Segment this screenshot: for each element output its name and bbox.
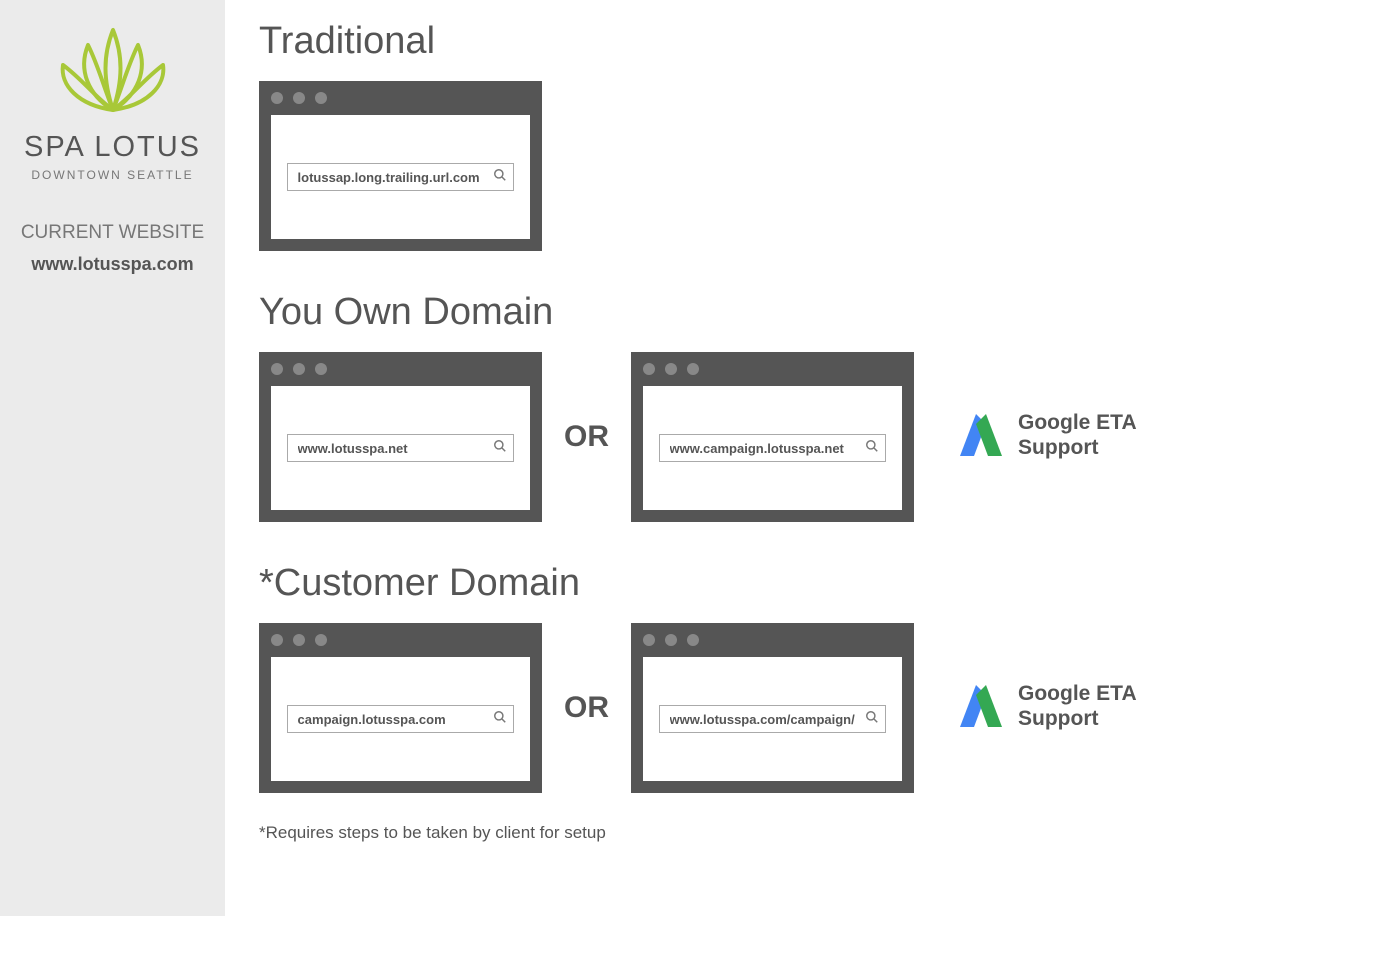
browser-titlebar: [259, 352, 542, 386]
window-dot-icon: [687, 634, 699, 646]
address-text: www.campaign.lotusspa.net: [670, 441, 844, 456]
browser-mock-own-1: www.lotusspa.net: [259, 352, 542, 522]
window-dot-icon: [315, 634, 327, 646]
window-dot-icon: [271, 363, 283, 375]
address-bar: www.campaign.lotusspa.net: [659, 434, 887, 462]
window-dot-icon: [293, 363, 305, 375]
browser-viewport: www.lotusspa.net: [271, 386, 530, 510]
search-icon: [865, 710, 879, 729]
browser-titlebar: [631, 352, 914, 386]
or-separator: OR: [564, 420, 609, 454]
section-title-own-domain: You Own Domain: [259, 291, 1300, 334]
search-icon: [865, 439, 879, 458]
address-text: www.lotusspa.com/campaign/: [670, 712, 855, 727]
browser-titlebar: [259, 623, 542, 657]
window-dot-icon: [271, 634, 283, 646]
or-separator: OR: [564, 691, 609, 725]
current-website-label: CURRENT WEBSITE: [0, 222, 225, 244]
current-website-url: www.lotusspa.com: [0, 254, 225, 275]
adwords-logo-icon: [956, 681, 1006, 736]
window-dot-icon: [643, 363, 655, 375]
main-content: Traditional lotussap.long.trailing.url.c…: [225, 0, 1300, 916]
eta-line1: Google ETA: [1018, 682, 1137, 705]
section-own-domain: You Own Domain www.lotusspa.net: [259, 291, 1300, 522]
section-title-customer-domain: *Customer Domain: [259, 562, 1300, 605]
address-text: lotussap.long.trailing.url.com: [298, 170, 480, 185]
footnote: *Requires steps to be taken by client fo…: [259, 823, 1300, 843]
address-bar: campaign.lotusspa.com: [287, 705, 515, 733]
browser-mock-own-2: www.campaign.lotusspa.net: [631, 352, 914, 522]
address-bar: www.lotusspa.com/campaign/: [659, 705, 887, 733]
window-dot-icon: [315, 363, 327, 375]
eta-line1: Google ETA: [1018, 411, 1137, 434]
window-dot-icon: [643, 634, 655, 646]
eta-label: Google ETA Support: [1018, 681, 1137, 731]
window-dot-icon: [665, 363, 677, 375]
eta-label: Google ETA Support: [1018, 410, 1137, 460]
adwords-logo-icon: [956, 410, 1006, 465]
window-dot-icon: [293, 92, 305, 104]
browser-titlebar: [631, 623, 914, 657]
window-dot-icon: [687, 363, 699, 375]
browser-viewport: lotussap.long.trailing.url.com: [271, 115, 530, 239]
section-traditional: Traditional lotussap.long.trailing.url.c…: [259, 20, 1300, 251]
google-eta-badge: Google ETA Support: [956, 410, 1137, 465]
brand-subtitle: DOWNTOWN SEATTLE: [0, 168, 225, 182]
window-dot-icon: [293, 634, 305, 646]
address-text: www.lotusspa.net: [298, 441, 408, 456]
google-eta-badge: Google ETA Support: [956, 681, 1137, 736]
address-bar: lotussap.long.trailing.url.com: [287, 163, 515, 191]
address-bar: www.lotusspa.net: [287, 434, 515, 462]
window-dot-icon: [315, 92, 327, 104]
eta-line2: Support: [1018, 707, 1098, 730]
browser-titlebar: [259, 81, 542, 115]
browser-mock-customer-1: campaign.lotusspa.com: [259, 623, 542, 793]
address-text: campaign.lotusspa.com: [298, 712, 446, 727]
browser-viewport: campaign.lotusspa.com: [271, 657, 530, 781]
search-icon: [493, 168, 507, 187]
brand-name: SPA LOTUS: [0, 131, 225, 164]
browser-mock-customer-2: www.lotusspa.com/campaign/: [631, 623, 914, 793]
browser-viewport: www.campaign.lotusspa.net: [643, 386, 902, 510]
sidebar: SPA LOTUS DOWNTOWN SEATTLE CURRENT WEBSI…: [0, 0, 225, 916]
window-dot-icon: [271, 92, 283, 104]
eta-line2: Support: [1018, 436, 1098, 459]
section-customer-domain: *Customer Domain campaign.lotusspa.com: [259, 562, 1300, 843]
section-title-traditional: Traditional: [259, 20, 1300, 63]
browser-viewport: www.lotusspa.com/campaign/: [643, 657, 902, 781]
browser-mock-traditional: lotussap.long.trailing.url.com: [259, 81, 542, 251]
search-icon: [493, 710, 507, 729]
window-dot-icon: [665, 634, 677, 646]
search-icon: [493, 439, 507, 458]
lotus-logo-icon: [0, 20, 225, 125]
